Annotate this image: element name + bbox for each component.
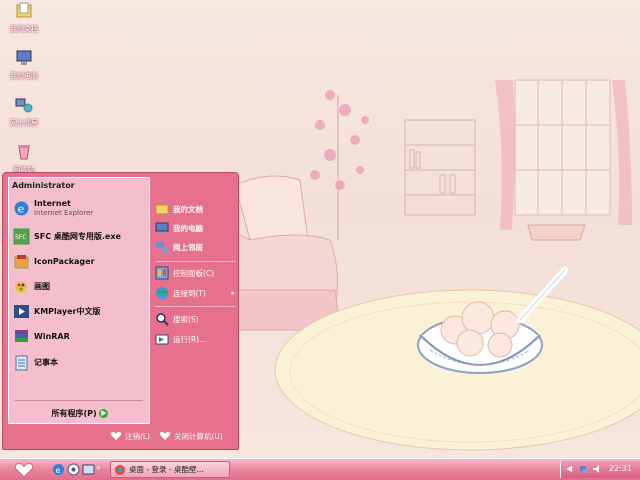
- user-name: Administrator: [12, 181, 75, 190]
- run-icon: [155, 334, 169, 345]
- start-right-control-panel[interactable]: 控制面板(C): [155, 265, 235, 281]
- taskbar-button-window[interactable]: 桌面 - 登录 - 桌酷壁...: [110, 461, 230, 478]
- svg-text:e: e: [18, 202, 25, 215]
- desktop-icon-network-places[interactable]: 网上邻居: [2, 96, 46, 128]
- right-separator: [155, 306, 235, 307]
- desktop-icon-my-computer[interactable]: 我的电脑: [2, 49, 46, 81]
- quicklaunch-show-desktop-icon[interactable]: [82, 463, 95, 476]
- start-item-sublabel: Internet Explorer: [34, 208, 94, 217]
- connect-icon: [155, 287, 169, 299]
- shutdown-button[interactable]: 关闭计算机(U): [159, 429, 223, 443]
- logoff-button[interactable]: 注销(L): [110, 429, 150, 443]
- start-right-label: 我的电脑: [173, 223, 203, 233]
- paint-icon: [15, 280, 27, 293]
- browser-icon: [115, 464, 125, 475]
- taskbar-button-label: 桌面 - 登录 - 桌酷壁...: [129, 465, 204, 474]
- right-separator: [155, 261, 235, 262]
- start-right-connect-to[interactable]: 连接到(T) ▸: [155, 285, 235, 301]
- heart-icon: [159, 432, 171, 440]
- start-item-label: SFC 桌酷网专用版.exe: [34, 231, 121, 241]
- desktop-icon-label: 网上邻居: [10, 119, 38, 127]
- start-item-iconpackager[interactable]: IconPackager: [13, 251, 147, 271]
- control-panel-icon: [155, 266, 169, 280]
- quicklaunch-media-icon[interactable]: [67, 463, 80, 476]
- kmplayer-icon: [14, 304, 29, 318]
- svg-text:SFC: SFC: [15, 234, 26, 241]
- desktop-icon-my-documents[interactable]: 我的文档: [2, 2, 46, 34]
- winrar-icon: [15, 329, 28, 342]
- start-item-sfc[interactable]: SFC SFC 桌酷网专用版.exe: [13, 226, 147, 246]
- start-right-label: 搜索(S): [173, 314, 199, 324]
- start-item-label: KMPlayer中文版: [34, 306, 101, 316]
- computer-icon: [155, 222, 169, 234]
- start-right-label: 控制面板(C): [173, 268, 215, 278]
- start-item-label: IconPackager: [34, 256, 95, 266]
- desktop: 我的文档 我的电脑 网上邻居 回收站 Administrator e Inter…: [0, 0, 640, 458]
- quicklaunch-ie-icon[interactable]: e: [52, 463, 65, 476]
- logoff-label: 注销(L): [125, 431, 151, 441]
- start-menu-separator: [15, 400, 143, 401]
- submenu-arrow-icon: ▸: [231, 289, 235, 297]
- start-item-label: WinRAR: [34, 331, 70, 341]
- heart-icon: [110, 432, 122, 440]
- start-right-my-documents[interactable]: 我的文档: [155, 201, 235, 217]
- start-item-internet[interactable]: e Internet Internet Explorer: [13, 198, 147, 218]
- desktop-icon-recycle-bin[interactable]: 回收站: [2, 143, 46, 175]
- network-icon: [156, 242, 168, 253]
- start-right-network[interactable]: 网上邻居: [155, 239, 235, 255]
- start-item-label: 记事本: [34, 357, 58, 367]
- start-right-label: 网上邻居: [173, 242, 203, 252]
- search-icon: [156, 313, 169, 326]
- iconpackager-icon: [14, 254, 29, 268]
- start-menu: Administrator e Internet Internet Explore…: [2, 172, 239, 450]
- taskbar: e » 桌面 - 登录 - 桌酷壁... ◀ 22:31: [0, 458, 640, 480]
- start-item-label: Internet: [34, 198, 71, 208]
- start-item-notepad[interactable]: 记事本: [13, 352, 147, 372]
- start-heart-icon[interactable]: [14, 462, 34, 478]
- start-menu-left-panel: Administrator e Internet Internet Explore…: [8, 177, 150, 424]
- start-right-label: 我的文档: [173, 204, 203, 214]
- start-right-label: 运行(R)...: [173, 334, 207, 344]
- svg-text:e: e: [56, 466, 61, 475]
- internet-explorer-icon: e: [14, 201, 29, 215]
- all-programs-label: 所有程序(P): [51, 409, 97, 418]
- start-right-run[interactable]: 运行(R)...: [155, 331, 235, 347]
- start-right-my-computer[interactable]: 我的电脑: [155, 220, 235, 236]
- taskbar-clock[interactable]: 22:31: [609, 464, 632, 473]
- notepad-icon: [15, 355, 28, 370]
- my-computer-icon: [16, 50, 32, 65]
- start-item-paint[interactable]: 画图: [13, 276, 147, 296]
- tray-volume-icon[interactable]: [592, 464, 602, 474]
- desktop-icon-label: 我的电脑: [10, 72, 38, 80]
- tray-network-icon[interactable]: [579, 464, 589, 474]
- folder-documents-icon: [155, 204, 169, 215]
- green-arrow-icon: ▶: [99, 409, 109, 418]
- all-programs-button[interactable]: 所有程序(P) ▶: [13, 408, 147, 422]
- tray-expand-icon[interactable]: ◀: [566, 464, 576, 474]
- start-right-label: 连接到(T): [173, 288, 206, 298]
- start-item-winrar[interactable]: WinRAR: [13, 326, 147, 346]
- desktop-icon-label: 我的文档: [10, 25, 38, 33]
- start-right-search[interactable]: 搜索(S): [155, 311, 235, 327]
- quicklaunch-chevron-icon[interactable]: »: [96, 463, 109, 476]
- system-tray: ◀ 22:31: [560, 461, 640, 478]
- start-item-kmplayer[interactable]: KMPlayer中文版: [13, 301, 147, 321]
- network-places-icon: [15, 98, 33, 113]
- start-item-label: 画图: [34, 281, 50, 291]
- my-documents-icon: [16, 2, 32, 18]
- recycle-bin-icon: [18, 145, 30, 160]
- sfc-app-icon: SFC: [13, 228, 30, 244]
- shutdown-label: 关闭计算机(U): [174, 431, 223, 441]
